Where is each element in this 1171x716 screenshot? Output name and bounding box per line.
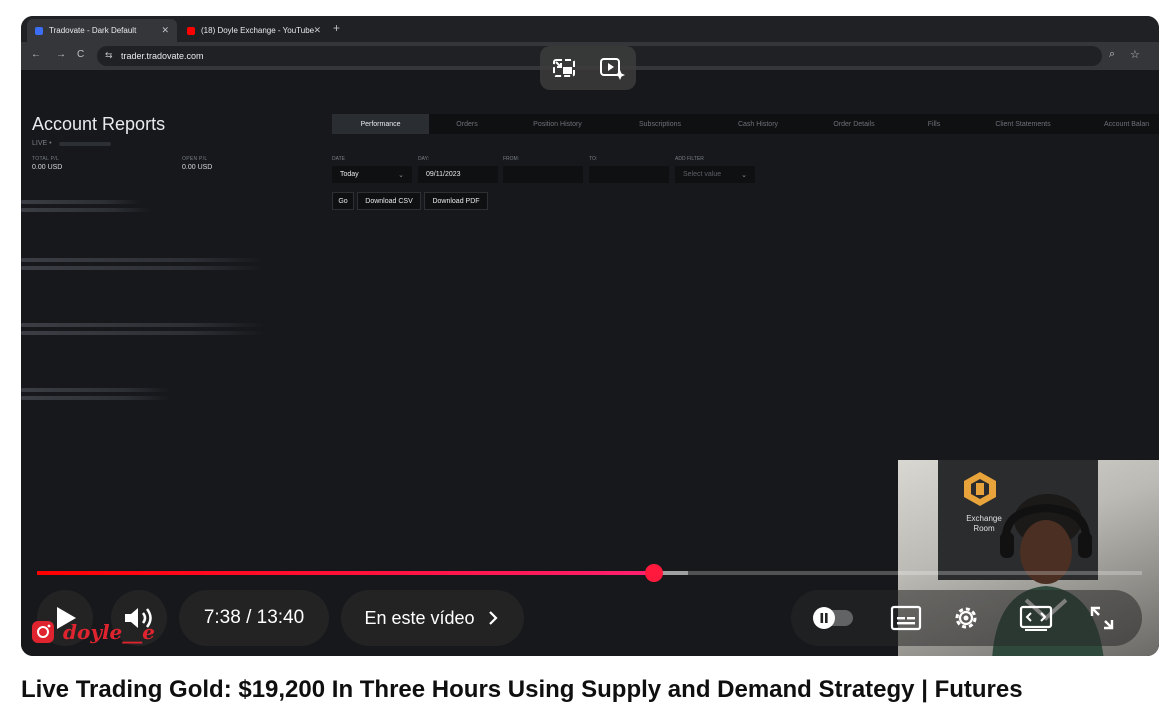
autoplay-preview-button[interactable] — [597, 53, 627, 83]
theater-mode-icon — [1019, 605, 1053, 631]
to-label: TO: — [589, 156, 598, 162]
tab-orders[interactable]: Orders — [429, 114, 505, 134]
close-icon: ✕ — [313, 25, 321, 35]
date-label: DATE — [332, 156, 345, 162]
to-input[interactable] — [589, 166, 669, 183]
video-player[interactable]: Tradovate - Dark Default ✕ (18) Doyle Ex… — [21, 16, 1159, 656]
total-pl-label: TOTAL P/L — [32, 156, 60, 162]
blurred-account-id — [59, 142, 111, 146]
blurred-row — [21, 200, 141, 204]
theater-mode-button[interactable] — [1011, 590, 1061, 646]
browser-tab-title: (18) Doyle Exchange - YouTube — [201, 26, 315, 35]
add-filter-placeholder: Select value — [683, 171, 722, 178]
star-icon: ☆ — [1130, 49, 1140, 61]
day-input[interactable]: 09/11/2023 — [418, 166, 498, 183]
tradovate-favicon-icon — [35, 26, 43, 35]
chevron-down-icon: ⌄ — [741, 171, 747, 179]
tab-fills[interactable]: Fills — [902, 114, 966, 134]
autoplay-toggle-icon — [813, 607, 853, 629]
site-info-icon: ⇆ — [105, 50, 113, 60]
browser-tab-youtube: (18) Doyle Exchange - YouTube ✕ — [179, 19, 329, 42]
live-label: LIVE • — [32, 140, 52, 147]
progress-bar[interactable] — [37, 564, 1142, 582]
subtitles-icon — [890, 605, 922, 631]
date-select-value: Today — [340, 171, 359, 178]
add-filter-select[interactable]: Select value ⌄ — [675, 166, 755, 183]
new-tab-icon: + — [333, 21, 341, 35]
total-pl-value: 0.00 USD — [32, 164, 63, 171]
tab-client-statements[interactable]: Client Statements — [966, 114, 1080, 134]
gear-icon — [955, 607, 977, 629]
back-arrow-icon: ← — [31, 49, 41, 60]
zoom-icon: ⌕ — [1109, 48, 1116, 60]
autoplay-toggle[interactable] — [809, 590, 857, 646]
page-title: Account Reports — [32, 114, 166, 134]
chapters-button[interactable]: En este vídeo — [341, 590, 524, 646]
add-filter-label: ADD FILTER — [675, 156, 704, 162]
close-icon: ✕ — [161, 25, 169, 35]
watermark-handle: doyle__e — [63, 620, 155, 644]
from-label: FROM: — [503, 156, 520, 162]
open-pl-value: 0.00 USD — [182, 164, 213, 171]
miniplayer-icon — [553, 59, 575, 77]
blurred-row — [21, 323, 265, 327]
browser-tab-tradovate: Tradovate - Dark Default ✕ — [27, 19, 177, 42]
miniplayer-button[interactable] — [549, 53, 579, 83]
browser-tab-strip: Tradovate - Dark Default ✕ (18) Doyle Ex… — [21, 16, 1159, 42]
tab-account-balance[interactable]: Account Balan — [1080, 114, 1159, 134]
time-display: 7:38 / 13:40 — [179, 590, 329, 646]
instagram-watermark: doyle__e — [31, 620, 155, 644]
tab-cash-history[interactable]: Cash History — [710, 114, 806, 134]
chevron-down-icon: ⌄ — [398, 171, 404, 179]
progress-scrubber-handle[interactable] — [644, 564, 663, 582]
blurred-row — [21, 266, 265, 270]
blurred-row — [21, 396, 171, 400]
blurred-row — [21, 331, 265, 335]
fullscreen-icon — [1090, 606, 1114, 630]
tab-performance[interactable]: Performance — [332, 114, 429, 134]
browser-tab-title: Tradovate - Dark Default — [49, 26, 137, 35]
blurred-row — [21, 388, 171, 392]
chevron-right-icon — [488, 611, 498, 625]
go-button[interactable]: Go — [332, 192, 354, 210]
tab-position-history[interactable]: Position History — [505, 114, 610, 134]
youtube-favicon-icon — [187, 26, 195, 35]
download-pdf-button[interactable]: Download PDF — [424, 192, 488, 210]
reload-icon: C — [77, 49, 85, 60]
day-input-value: 09/11/2023 — [426, 171, 461, 178]
date-select[interactable]: Today ⌄ — [332, 166, 412, 183]
video-title[interactable]: Live Trading Gold: $19,200 In Three Hour… — [21, 676, 1023, 704]
day-label: DAY: — [418, 156, 430, 162]
time-text: 7:38 / 13:40 — [203, 607, 305, 628]
blurred-row — [21, 258, 265, 262]
settings-button[interactable] — [941, 590, 991, 646]
fullscreen-button[interactable] — [1077, 590, 1127, 646]
overlay-buttons — [540, 46, 636, 90]
chapters-label: En este vídeo — [364, 607, 475, 628]
tab-subscriptions[interactable]: Subscriptions — [610, 114, 710, 134]
url-text: trader.tradovate.com — [121, 51, 204, 61]
open-pl-label: OPEN P/L — [182, 156, 208, 162]
instagram-icon — [32, 621, 54, 643]
right-controls — [791, 590, 1142, 646]
blurred-row — [21, 208, 151, 212]
tab-order-details[interactable]: Order Details — [806, 114, 902, 134]
download-csv-button[interactable]: Download CSV — [357, 192, 421, 210]
subtitles-button[interactable] — [881, 590, 931, 646]
report-tabs: Performance Orders Position History Subs… — [332, 114, 1159, 134]
progress-played — [37, 571, 654, 575]
forward-arrow-icon: → — [56, 49, 66, 60]
play-sparkle-icon — [600, 58, 625, 80]
from-input[interactable] — [503, 166, 583, 183]
